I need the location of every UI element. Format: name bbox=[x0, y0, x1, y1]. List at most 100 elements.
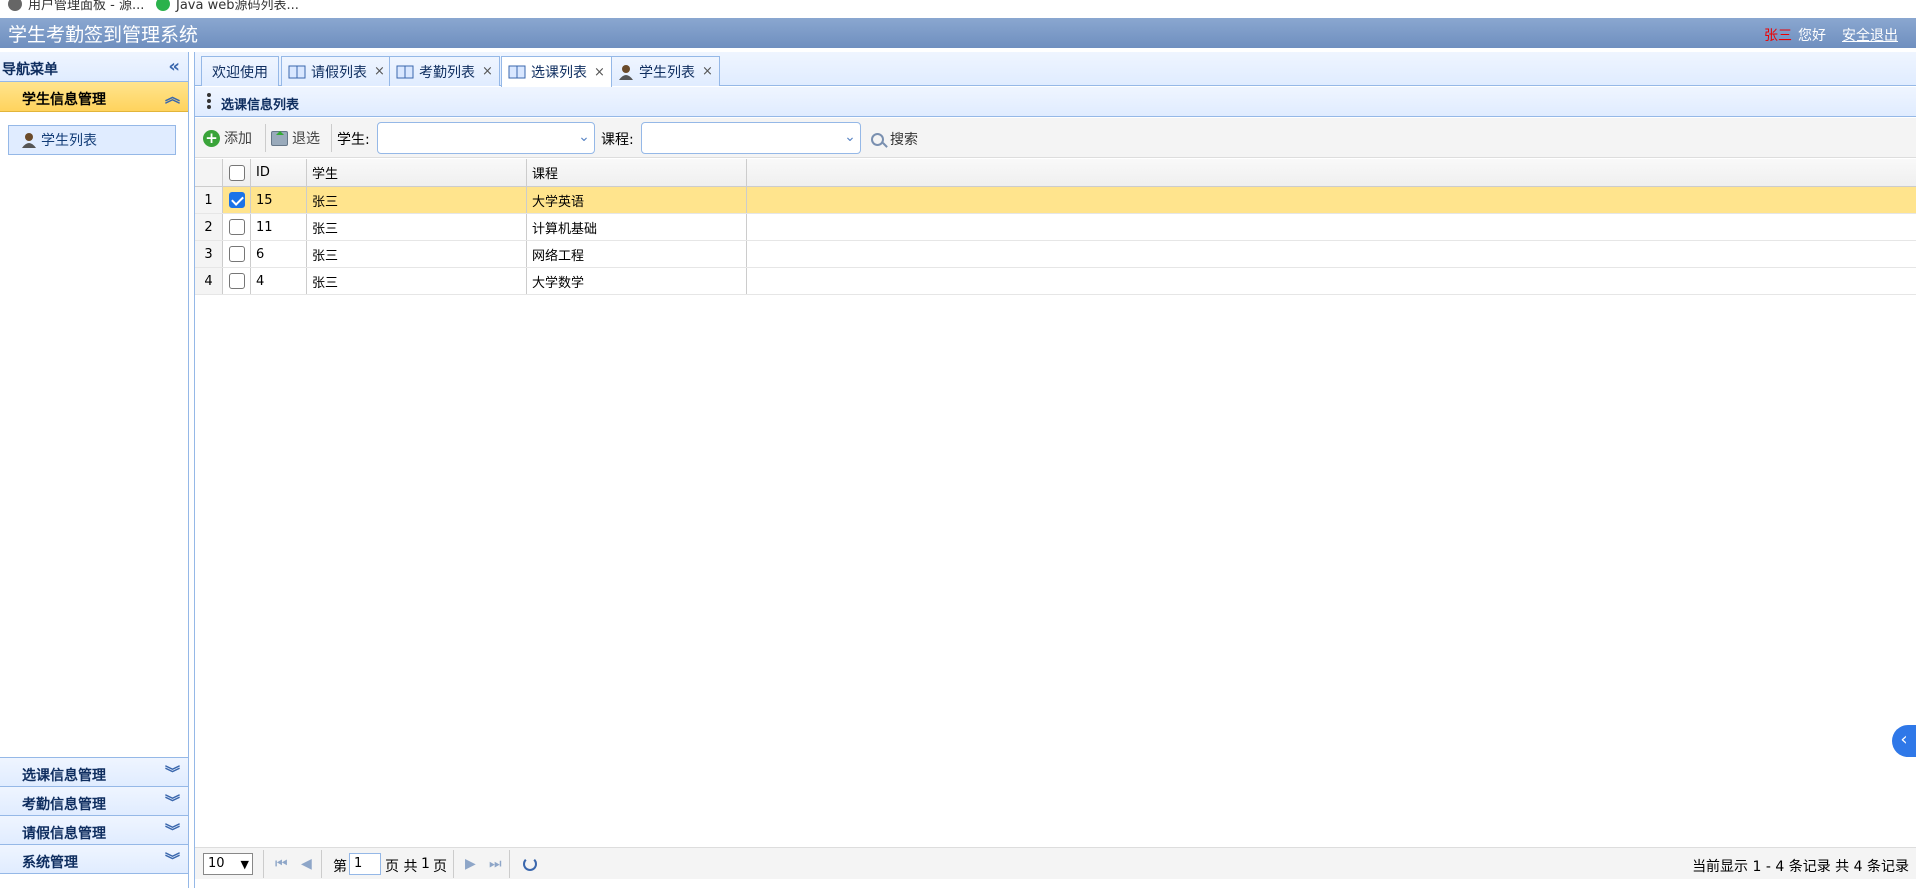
collapse-left-icon[interactable]: « bbox=[168, 56, 180, 77]
chevron-down-icon[interactable]: ⌄ bbox=[576, 129, 592, 147]
nav-menu: 导航菜单 « 学生信息管理 ︽ 学生列表 选课信息管理 ︾ 考勤信息管理 ︾ 请… bbox=[0, 52, 189, 888]
pagination-bar: 10 ▼ ⏮ ◀ 第 1 页 共 1 页 ▶ ⏭ 当前显示 1 - 4 条记录 … bbox=[195, 847, 1916, 879]
data-grid: ID 学生 课程 1 15 张三 大学英语 2 11 张三 计算机基础 3 6 … bbox=[195, 159, 1916, 295]
nav-section-system[interactable]: 系统管理 ︾ bbox=[0, 845, 188, 874]
row-number: 3 bbox=[195, 241, 223, 267]
tab-leave-list[interactable]: 请假列表 × bbox=[281, 56, 392, 86]
toolbar-divider bbox=[331, 124, 332, 152]
logout-link[interactable]: 安全退出 bbox=[1842, 25, 1898, 45]
bookmark-item[interactable]: 用户管理面板 - 源... bbox=[8, 0, 144, 13]
book-icon bbox=[508, 65, 526, 79]
page-number-input[interactable]: 1 bbox=[349, 853, 381, 875]
book-icon bbox=[396, 65, 414, 78]
add-button[interactable]: + 添加 bbox=[203, 128, 252, 148]
refresh-icon[interactable] bbox=[523, 857, 537, 871]
pager-divider bbox=[509, 850, 510, 878]
row-checkbox-cell bbox=[223, 241, 251, 267]
withdraw-button[interactable]: 退选 bbox=[271, 128, 320, 148]
chevron-down-icon[interactable]: ⌄ bbox=[842, 129, 858, 147]
page-prefix: 第 bbox=[333, 859, 347, 875]
nav-section-leave[interactable]: 请假信息管理 ︾ bbox=[0, 816, 188, 845]
chevron-down-icon[interactable]: ︾ bbox=[165, 791, 180, 812]
nav-section-label: 请假信息管理 bbox=[22, 826, 106, 842]
table-row[interactable]: 3 6 张三 网络工程 bbox=[195, 241, 1916, 268]
nav-section-attendance[interactable]: 考勤信息管理 ︾ bbox=[0, 787, 188, 816]
first-page-icon[interactable]: ⏮ bbox=[275, 856, 288, 872]
close-icon[interactable]: × bbox=[482, 64, 493, 79]
nav-header: 导航菜单 « bbox=[0, 52, 188, 82]
column-header-id[interactable]: ID bbox=[251, 159, 307, 186]
close-icon[interactable]: × bbox=[594, 65, 605, 80]
page-size-value: 10 bbox=[208, 856, 225, 871]
student-select[interactable]: ⌄ bbox=[377, 122, 595, 154]
panel-title-text: 选课信息列表 bbox=[221, 98, 300, 113]
column-header-student[interactable]: 学生 bbox=[307, 159, 527, 186]
row-checkbox[interactable] bbox=[228, 246, 245, 262]
bookmarks-bar: 用户管理面板 - 源... Java web源码列表... bbox=[0, 0, 1916, 18]
withdraw-icon bbox=[271, 130, 288, 146]
add-button-label: 添加 bbox=[224, 131, 252, 147]
toolbar-divider bbox=[265, 124, 266, 152]
tab-course-list[interactable]: 选课列表 × bbox=[501, 56, 612, 87]
row-number: 4 bbox=[195, 268, 223, 294]
close-icon[interactable]: × bbox=[374, 64, 385, 79]
chevron-left-icon[interactable]: ‹ bbox=[1892, 725, 1916, 757]
tab-label: 请假列表 bbox=[311, 64, 367, 81]
table-row[interactable]: 1 15 张三 大学英语 bbox=[195, 187, 1916, 214]
nav-section-label: 考勤信息管理 bbox=[22, 797, 106, 813]
chevron-down-icon[interactable]: ︾ bbox=[165, 762, 180, 783]
sidebar-item-student-list[interactable]: 学生列表 bbox=[8, 125, 176, 155]
tab-attendance-list[interactable]: 考勤列表 × bbox=[389, 56, 500, 86]
close-icon[interactable]: × bbox=[702, 64, 713, 79]
column-header-course[interactable]: 课程 bbox=[527, 159, 747, 186]
bookmark-label: Java web源码列表... bbox=[176, 0, 299, 13]
tab-welcome[interactable]: 欢迎使用 bbox=[201, 56, 279, 86]
student-filter-label: 学生: bbox=[337, 132, 370, 148]
greeting: 您好 bbox=[1798, 28, 1826, 44]
more-icon bbox=[207, 93, 211, 111]
nav-section-body: 学生列表 bbox=[0, 112, 188, 758]
chevron-down-icon[interactable]: ︾ bbox=[165, 849, 180, 870]
nav-header-title: 导航菜单 bbox=[2, 62, 58, 78]
row-number: 1 bbox=[195, 187, 223, 213]
chevron-down-icon: ▼ bbox=[240, 858, 249, 871]
pager-divider bbox=[263, 850, 264, 878]
row-checkbox[interactable] bbox=[228, 219, 245, 235]
panel-title: 选课信息列表 bbox=[195, 87, 1916, 117]
cell-id: 6 bbox=[251, 241, 307, 267]
bookmark-label: 用户管理面板 - 源... bbox=[28, 0, 145, 13]
row-number: 2 bbox=[195, 214, 223, 240]
search-button[interactable]: 搜索 bbox=[871, 129, 918, 149]
select-all-checkbox[interactable] bbox=[228, 164, 245, 181]
cell-course: 大学英语 bbox=[527, 187, 747, 213]
bookmark-item[interactable]: Java web源码列表... bbox=[156, 0, 299, 13]
next-page-icon[interactable]: ▶ bbox=[465, 856, 476, 872]
withdraw-button-label: 退选 bbox=[292, 131, 320, 147]
nav-section-course[interactable]: 选课信息管理 ︾ bbox=[0, 758, 188, 787]
chevron-up-icon[interactable]: ︽ bbox=[165, 86, 180, 107]
prev-page-icon[interactable]: ◀ bbox=[301, 856, 312, 872]
app-header: 学生考勤签到管理系统 张三 您好 安全退出 bbox=[0, 18, 1916, 48]
nav-section-label: 学生信息管理 bbox=[22, 92, 106, 108]
tab-label: 选课列表 bbox=[531, 65, 587, 81]
table-row[interactable]: 4 4 张三 大学数学 bbox=[195, 268, 1916, 295]
table-row[interactable]: 2 11 张三 计算机基础 bbox=[195, 214, 1916, 241]
book-icon bbox=[288, 65, 306, 78]
record-info: 当前显示 1 - 4 条记录 共 4 条记录 bbox=[1692, 859, 1909, 875]
user-icon bbox=[22, 133, 36, 148]
select-all-cell bbox=[223, 159, 251, 186]
page-size-select[interactable]: 10 ▼ bbox=[203, 853, 253, 875]
course-select[interactable]: ⌄ bbox=[641, 122, 861, 154]
course-filter-label: 课程: bbox=[601, 132, 634, 148]
cell-student: 张三 bbox=[307, 187, 527, 213]
user-icon bbox=[619, 64, 633, 80]
tab-label: 考勤列表 bbox=[419, 64, 475, 81]
row-checkbox[interactable] bbox=[228, 192, 245, 208]
nav-section-student-info[interactable]: 学生信息管理 ︽ bbox=[0, 82, 188, 112]
last-page-icon[interactable]: ⏭ bbox=[489, 856, 502, 872]
user-name: 张三 bbox=[1764, 28, 1792, 44]
row-checkbox[interactable] bbox=[228, 273, 245, 289]
tab-student-list[interactable]: 学生列表 × bbox=[611, 56, 720, 86]
chevron-down-icon[interactable]: ︾ bbox=[165, 820, 180, 841]
tab-label: 学生列表 bbox=[639, 64, 695, 81]
